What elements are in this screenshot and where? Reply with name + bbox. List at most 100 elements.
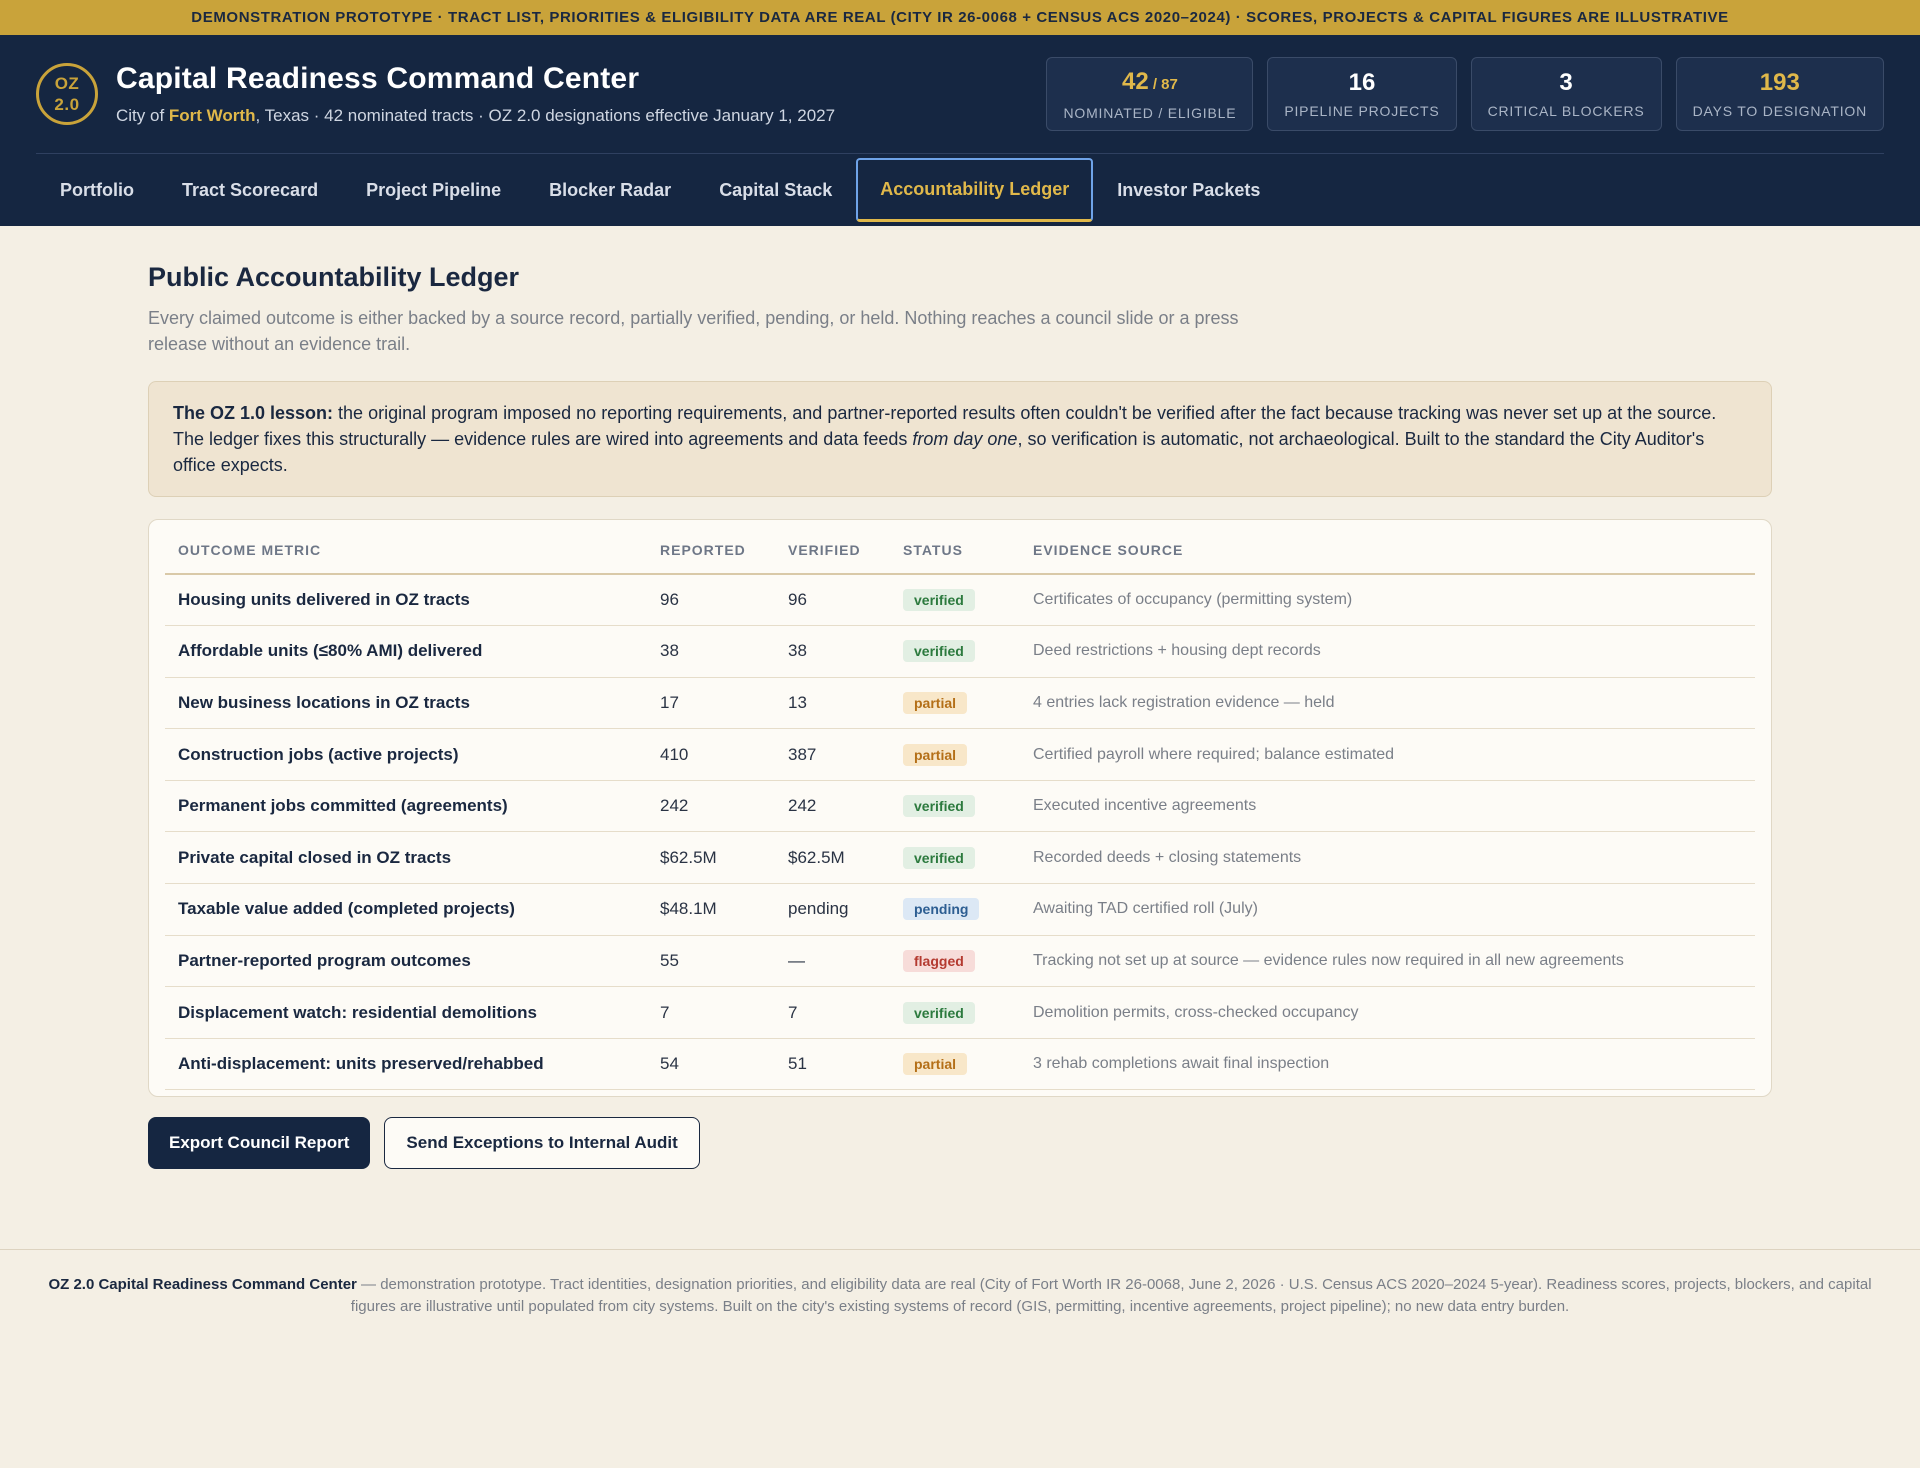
cell-reported: 55 xyxy=(647,935,775,988)
cell-status: verified xyxy=(890,574,1020,627)
cell-metric: Housing units delivered in OZ tracts xyxy=(165,574,647,627)
cell-reported: $62.5M xyxy=(647,831,775,885)
logo-line1: OZ xyxy=(54,74,80,93)
cell-evidence-source: Certificates of occupancy (permitting sy… xyxy=(1020,574,1755,627)
cell-reported: 54 xyxy=(647,1038,775,1091)
cell-status: partial xyxy=(890,677,1020,730)
app-header: OZ 2.0 Capital Readiness Command Center … xyxy=(0,35,1920,226)
cell-status: verified xyxy=(890,780,1020,833)
tab-project-pipeline[interactable]: Project Pipeline xyxy=(342,158,525,222)
subtitle-city: Fort Worth xyxy=(168,106,256,125)
table-row[interactable]: Displacement watch: residential demoliti… xyxy=(165,986,1755,1039)
cell-reported: 410 xyxy=(647,728,775,781)
stat-label: Pipeline Projects xyxy=(1284,103,1440,119)
table-row[interactable]: Housing units delivered in OZ tracts 96 96… xyxy=(165,574,1755,627)
cell-verified: 242 xyxy=(775,780,890,833)
cell-evidence-source: Deed restrictions + housing dept records xyxy=(1020,625,1755,678)
status-badge: pending xyxy=(903,898,980,921)
status-badge: partial xyxy=(903,743,968,766)
status-badge: verified xyxy=(903,846,975,869)
stat-label: Critical Blockers xyxy=(1487,103,1645,119)
ledger-table: Outcome Metric Reported Verified Status … xyxy=(165,526,1755,1091)
table-row[interactable]: Private capital closed in OZ tracts $62.5… xyxy=(165,831,1755,885)
subtitle-prefix: City of xyxy=(116,106,169,125)
cell-verified: — xyxy=(775,935,890,988)
lesson-callout: The OZ 1.0 lesson: the original program … xyxy=(148,381,1772,497)
cell-evidence-source: Recorded deeds + closing statements xyxy=(1020,831,1755,885)
page-footer: OZ 2.0 Capital Readiness Command Center … xyxy=(0,1249,1920,1318)
status-badge: verified xyxy=(903,640,975,663)
stat-days-to-designation: 193 Days to Designation xyxy=(1675,57,1884,131)
cell-evidence-source: Tracking not set up at source — evidence… xyxy=(1020,935,1755,988)
col-header-metric[interactable]: Outcome Metric xyxy=(165,526,647,575)
col-header-verified[interactable]: Verified xyxy=(775,526,890,575)
table-row[interactable]: Construction jobs (active projects) 410 38… xyxy=(165,728,1755,781)
cell-metric: Construction jobs (active projects) xyxy=(165,728,647,781)
app-title: Capital Readiness Command Center xyxy=(116,62,640,95)
export-council-report-button[interactable]: Export Council Report xyxy=(148,1117,371,1170)
cell-evidence-source: Awaiting TAD certified roll (July) xyxy=(1020,883,1755,936)
lesson-lead: The OZ 1.0 lesson: xyxy=(173,403,334,423)
cell-metric: New business locations in OZ tracts xyxy=(165,677,647,730)
status-badge: verified xyxy=(903,795,975,818)
tab-tract-scorecard[interactable]: Tract Scorecard xyxy=(158,158,342,222)
col-header-status[interactable]: Status xyxy=(890,526,1020,575)
send-exceptions-button[interactable]: Send Exceptions to Internal Audit xyxy=(384,1117,700,1170)
cell-verified: 13 xyxy=(775,677,890,730)
stat-label: Nominated / Eligible xyxy=(1063,104,1237,121)
stat-value: 193 xyxy=(1759,69,1800,96)
stat-pipeline-projects: 16 Pipeline Projects xyxy=(1267,57,1457,131)
cell-evidence-source: Executed incentive agreements xyxy=(1020,780,1755,833)
stat-value: 3 xyxy=(1559,69,1573,96)
main-content: Public Accountability Ledger Every claim… xyxy=(0,226,1920,1170)
app-subtitle: City of Fort Worth, Texas · 42 nominated… xyxy=(116,106,835,126)
cell-status: verified xyxy=(890,831,1020,885)
action-bar: Export Council Report Send Exceptions to… xyxy=(148,1117,1772,1170)
stat-nominated-value: 42 xyxy=(1121,67,1149,95)
cell-reported: 38 xyxy=(647,625,775,678)
tab-portfolio[interactable]: Portfolio xyxy=(36,158,158,222)
cell-reported: 7 xyxy=(647,986,775,1039)
lesson-emphasis: from day one xyxy=(912,429,1018,449)
table-row[interactable]: Taxable value added (completed projects)… xyxy=(165,883,1755,936)
cell-status: verified xyxy=(890,625,1020,678)
stat-value: 16 xyxy=(1348,69,1376,96)
table-row[interactable]: New business locations in OZ tracts 17 13 p… xyxy=(165,677,1755,730)
status-badge: partial xyxy=(903,1053,968,1076)
prototype-banner: DEMONSTRATION PROTOTYPE · TRACT LIST, PR… xyxy=(0,0,1920,35)
footer-body: — demonstration prototype. Tract identit… xyxy=(350,1276,1872,1316)
cell-metric: Private capital closed in OZ tracts xyxy=(165,831,647,885)
stat-nominated-eligible: 42 / 87 Nominated / Eligible xyxy=(1046,57,1254,131)
cell-metric: Partner-reported program outcomes xyxy=(165,935,647,988)
main-tabs: Portfolio Tract Scorecard Project Pipeli… xyxy=(36,154,1884,226)
header-stats: 42 / 87 Nominated / Eligible 16 Pipeline… xyxy=(1046,57,1884,131)
table-row[interactable]: Anti-displacement: units preserved/rehab… xyxy=(165,1038,1755,1091)
tab-blocker-radar[interactable]: Blocker Radar xyxy=(525,158,695,222)
status-badge: flagged xyxy=(903,949,975,972)
table-row[interactable]: Affordable units (≤80% AMI) delivered 38 3… xyxy=(165,625,1755,678)
cell-evidence-source: 3 rehab completions await final inspecti… xyxy=(1020,1038,1755,1091)
cell-verified: 7 xyxy=(775,986,890,1039)
ledger-table-card: Outcome Metric Reported Verified Status … xyxy=(148,519,1772,1098)
cell-status: partial xyxy=(890,728,1020,781)
stat-critical-blockers: 3 Critical Blockers xyxy=(1470,57,1662,131)
status-badge: verified xyxy=(903,589,975,612)
cell-reported: 242 xyxy=(647,780,775,833)
cell-verified: 96 xyxy=(775,574,890,627)
tab-investor-packets[interactable]: Investor Packets xyxy=(1093,158,1284,222)
tab-capital-stack[interactable]: Capital Stack xyxy=(695,158,856,222)
cell-metric: Affordable units (≤80% AMI) delivered xyxy=(165,625,647,678)
cell-metric: Anti-displacement: units preserved/rehab… xyxy=(165,1038,647,1091)
cell-reported: $48.1M xyxy=(647,883,775,936)
col-header-reported[interactable]: Reported xyxy=(647,526,775,575)
table-row[interactable]: Permanent jobs committed (agreements) 242… xyxy=(165,780,1755,833)
tab-accountability-ledger[interactable]: Accountability Ledger xyxy=(856,158,1094,222)
cell-metric: Displacement watch: residential demoliti… xyxy=(165,986,647,1039)
cell-verified: pending xyxy=(775,883,890,936)
cell-verified: 387 xyxy=(775,728,890,781)
stat-label: Days to Designation xyxy=(1692,103,1867,119)
col-header-evidence[interactable]: Evidence Source xyxy=(1020,526,1755,575)
table-row[interactable]: Partner-reported program outcomes 55— flag… xyxy=(165,935,1755,988)
page-title: Public Accountability Ledger xyxy=(148,262,520,292)
cell-metric: Permanent jobs committed (agreements) xyxy=(165,780,647,833)
